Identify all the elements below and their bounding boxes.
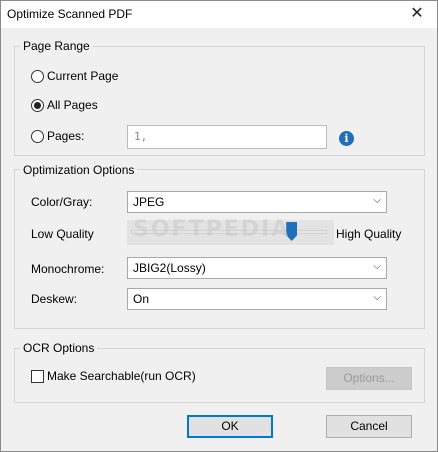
deskew-select[interactable]: On ⌵ (127, 288, 387, 310)
deskew-value: On (133, 292, 150, 306)
cancel-button[interactable]: Cancel (326, 415, 412, 438)
close-icon[interactable]: ✕ (407, 4, 427, 24)
ok-button[interactable]: OK (187, 415, 273, 438)
radio-pages-label: Pages: (47, 129, 85, 143)
make-searchable-checkbox[interactable]: Make Searchable(run OCR) (31, 369, 196, 383)
ocr-legend: OCR Options (20, 341, 98, 355)
monochrome-value: JBIG2(Lossy) (133, 261, 206, 275)
radio-all-pages[interactable]: All Pages (31, 98, 98, 112)
radio-all-pages-button[interactable] (31, 98, 44, 112)
radio-current-page[interactable]: Current Page (31, 69, 118, 83)
pages-input[interactable]: 1, (127, 125, 327, 149)
ocr-options-button[interactable]: Options... (326, 367, 412, 390)
deskew-label: Deskew: (31, 292, 78, 306)
make-searchable-label: Make Searchable(run OCR) (47, 369, 196, 383)
low-quality-label: Low Quality (31, 227, 94, 241)
radio-current-page-label: Current Page (47, 69, 119, 83)
color-gray-label: Color/Gray: (31, 195, 93, 209)
chevron-down-icon: ⌵ (373, 261, 381, 272)
page-range-legend: Page Range (20, 39, 93, 53)
monochrome-select[interactable]: JBIG2(Lossy) ⌵ (127, 257, 387, 279)
color-gray-select[interactable]: JPEG ⌵ (127, 191, 387, 213)
make-searchable-box[interactable] (31, 369, 44, 383)
high-quality-label: High Quality (336, 227, 402, 241)
radio-pages[interactable]: Pages: (31, 129, 84, 143)
chevron-down-icon: ⌵ (373, 292, 381, 303)
optimize-dialog: Optimize Scanned PDF ✕ Page Range Curren… (0, 0, 438, 452)
monochrome-label: Monochrome: (31, 262, 105, 276)
radio-current-page-button[interactable] (31, 69, 44, 83)
title-bar: Optimize Scanned PDF ✕ (1, 1, 437, 28)
info-icon[interactable]: i (339, 131, 354, 146)
radio-pages-button[interactable] (31, 129, 44, 143)
optimization-legend: Optimization Options (20, 163, 138, 177)
radio-all-pages-label: All Pages (47, 98, 98, 112)
window-title: Optimize Scanned PDF (7, 7, 133, 21)
color-gray-value: JPEG (133, 195, 165, 209)
chevron-down-icon: ⌵ (373, 195, 381, 206)
watermark: SOFTPEDIA (133, 217, 291, 242)
